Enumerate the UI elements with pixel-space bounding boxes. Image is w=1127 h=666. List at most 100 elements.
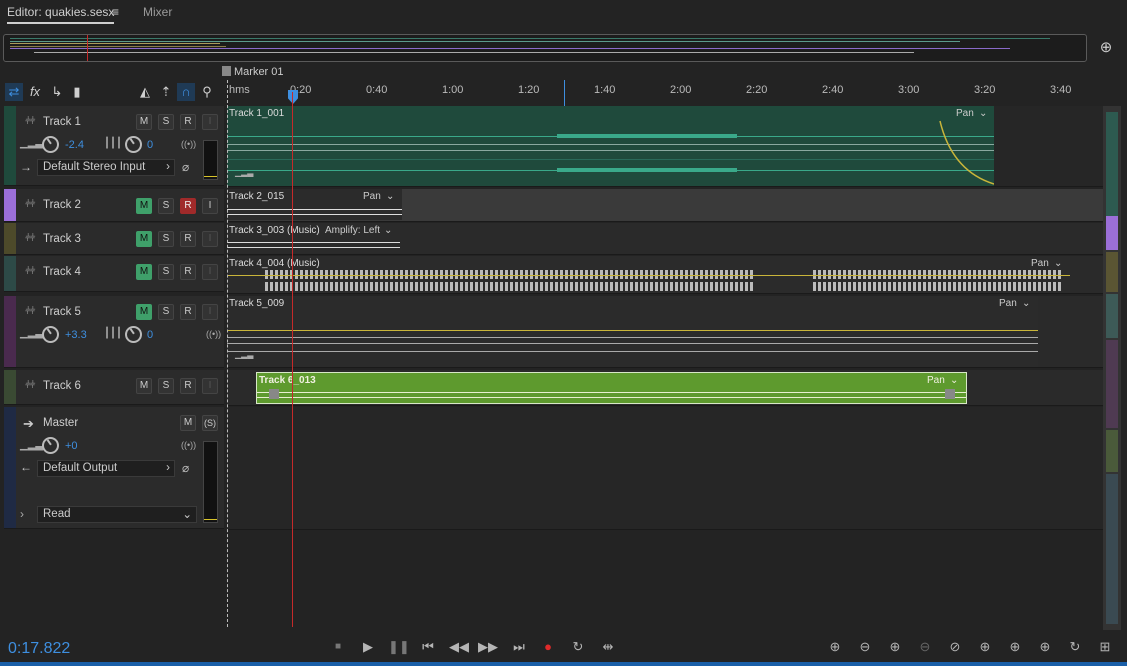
solo-button[interactable]: S	[158, 304, 174, 320]
fade-out-handle-icon[interactable]	[945, 389, 955, 399]
vertical-track-scrollbar[interactable]	[1103, 106, 1121, 630]
track-lane[interactable]: Track 3_003 (Music) Amplify: Left ⌄	[227, 223, 1103, 255]
fade-out-curve[interactable]	[932, 116, 994, 186]
zoom-in-start-icon[interactable]: ⊕	[975, 638, 995, 656]
track-name[interactable]: Track 1	[43, 116, 81, 128]
zoom-navigator-icon[interactable]: ⊕	[1096, 38, 1116, 58]
track-header[interactable]: ⫩⫩ Track 6 M S R I	[4, 370, 224, 405]
track-name[interactable]: Track 4	[43, 266, 81, 278]
chevron-down-icon[interactable]: ⌄	[950, 375, 958, 386]
metronome-icon[interactable]: ◭	[136, 83, 154, 101]
solo-button[interactable]: S	[158, 231, 174, 247]
loop-icon[interactable]: ↻	[568, 638, 588, 656]
clip-effect-label[interactable]: Pan	[999, 298, 1017, 309]
zoom-in-time-icon[interactable]: ⊕	[885, 638, 905, 656]
mute-button[interactable]: M	[136, 198, 152, 214]
snap-icon[interactable]: ⇡	[157, 83, 175, 101]
master-lane[interactable]	[227, 407, 1103, 530]
audio-clip-selected[interactable]: Track 6_013 Pan ⌄	[256, 372, 967, 404]
tab-editor[interactable]: Editor: quakies.sesx	[7, 5, 115, 24]
zoom-in-end-icon[interactable]: ⊕	[1005, 638, 1025, 656]
pause-icon[interactable]: ❚❚	[388, 638, 410, 656]
record-arm-button[interactable]: R	[180, 231, 196, 247]
monitor-input-button[interactable]: I	[202, 304, 218, 320]
mute-button[interactable]: M	[136, 304, 152, 320]
play-icon[interactable]: ▶	[358, 638, 378, 656]
clip-effect-label[interactable]: Pan	[1031, 258, 1049, 269]
pan-knob[interactable]	[125, 326, 142, 343]
volume-value[interactable]: +0	[65, 440, 78, 452]
clip-effect-label[interactable]: Pan	[363, 191, 381, 202]
audio-clip[interactable]: Track 2_015 Pan ⌄	[227, 189, 402, 220]
audio-clip[interactable]: Track 1_001 Pan ⌄ ▁▂▃	[227, 106, 994, 186]
stop-icon[interactable]: ■	[328, 638, 348, 656]
rewind-icon[interactable]: ◀◀	[449, 638, 469, 656]
empty-track-area[interactable]	[4, 531, 1103, 627]
fast-forward-icon[interactable]: ▶▶	[478, 638, 498, 656]
pan-value[interactable]: 0	[147, 329, 153, 341]
track-name[interactable]: Track 6	[43, 380, 81, 392]
skip-selection-icon[interactable]: ⇹	[598, 638, 618, 656]
marker-flag-icon[interactable]	[222, 66, 231, 76]
track-lane[interactable]: Track 2_015 Pan ⌄	[227, 189, 1103, 222]
drag-grip-icon[interactable]: ⫩⫩	[25, 306, 36, 317]
snap-magnet-icon[interactable]: ∩	[177, 83, 195, 101]
zoom-out-time-icon[interactable]: ⊖	[915, 638, 935, 656]
solo-button[interactable]: (S)	[202, 415, 218, 431]
monitor-input-button[interactable]: I	[202, 198, 218, 214]
input-select[interactable]: Default Stereo Input ›	[37, 159, 175, 176]
next-icon[interactable]: ⏭	[509, 638, 529, 656]
session-overview[interactable]	[3, 34, 1087, 62]
track-lane[interactable]: Track 5_009 Pan ⌄ ▁▂▃	[227, 296, 1103, 368]
mute-button[interactable]: M	[180, 415, 196, 431]
phase-invert-icon[interactable]: ⌀	[182, 461, 189, 475]
monitor-input-button[interactable]: I	[202, 264, 218, 280]
automation-mode-select[interactable]: Read ⌄	[37, 506, 197, 523]
track-name[interactable]: Track 5	[43, 306, 81, 318]
drag-grip-icon[interactable]: ⫩⫩	[25, 116, 36, 127]
playhead-handle-icon[interactable]	[288, 90, 298, 104]
monitor-input-button[interactable]: I	[202, 378, 218, 394]
timecode-display[interactable]: 0:17.822	[8, 640, 70, 658]
solo-button[interactable]: S	[158, 198, 174, 214]
previous-icon[interactable]: ⏮	[418, 638, 438, 656]
audio-clip[interactable]: Track 5_009 Pan ⌄ ▁▂▃	[227, 296, 1038, 367]
volume-knob[interactable]	[42, 326, 59, 343]
mute-button[interactable]: M	[136, 114, 152, 130]
solo-button[interactable]: S	[158, 264, 174, 280]
volume-value[interactable]: -2.4	[65, 139, 84, 151]
chevron-down-icon[interactable]: ⌄	[1022, 298, 1030, 309]
drag-grip-icon[interactable]: ⫩⫩	[25, 380, 36, 391]
track-lane[interactable]: Track 6_013 Pan ⌄	[227, 370, 1103, 406]
zoom-reset-icon[interactable]: ⊞	[1095, 638, 1115, 656]
mute-button[interactable]: M	[136, 378, 152, 394]
monitor-input-button[interactable]: I	[202, 114, 218, 130]
volume-knob[interactable]	[42, 437, 59, 454]
audio-clip[interactable]: Track 4_004 (Music) Pan ⌄	[227, 256, 1070, 293]
master-header[interactable]: ➔ Master M (S) ▁▂▃ +0 ((•)) ← Default Ou…	[4, 407, 224, 529]
track-name[interactable]: Track 3	[43, 233, 81, 245]
record-arm-button[interactable]: R	[180, 304, 196, 320]
record-arm-button[interactable]: R	[180, 378, 196, 394]
record-arm-button[interactable]: R	[180, 114, 196, 130]
drag-grip-icon[interactable]: ⫩⫩	[25, 233, 36, 244]
track-header[interactable]: ⫩⫩ Track 4 M S R I	[4, 256, 224, 292]
zoom-selected-track-icon[interactable]: ↻	[1065, 638, 1085, 656]
zoom-in-amplitude-icon[interactable]: ⊕	[825, 638, 845, 656]
zoom-out-full-icon[interactable]: ⊘	[945, 638, 965, 656]
fx-icon[interactable]: fx	[26, 83, 44, 101]
record-arm-button[interactable]: R	[180, 198, 196, 214]
zoom-selection-icon[interactable]: ⊕	[1035, 638, 1055, 656]
track-header[interactable]: ⫩⫩ Track 3 M S R I	[4, 223, 224, 255]
master-name[interactable]: Master	[43, 417, 78, 429]
chevron-down-icon[interactable]: ⌄	[384, 225, 392, 236]
output-select[interactable]: Default Output ›	[37, 460, 175, 477]
fade-in-handle-icon[interactable]	[269, 389, 279, 399]
tab-mixer[interactable]: Mixer	[143, 5, 172, 19]
drag-grip-icon[interactable]: ⫩⫩	[25, 199, 36, 210]
track-header[interactable]: ⫩⫩ Track 5 M S R I ▁▂▃ +3.3 ┃┃┃ 0 ((•))	[4, 296, 224, 368]
solo-button[interactable]: S	[158, 114, 174, 130]
track-header[interactable]: ⫩⫩ Track 2 M S R I	[4, 189, 224, 222]
eq-icon[interactable]: ▮	[68, 83, 86, 101]
phase-invert-icon[interactable]: ⌀	[182, 160, 189, 174]
